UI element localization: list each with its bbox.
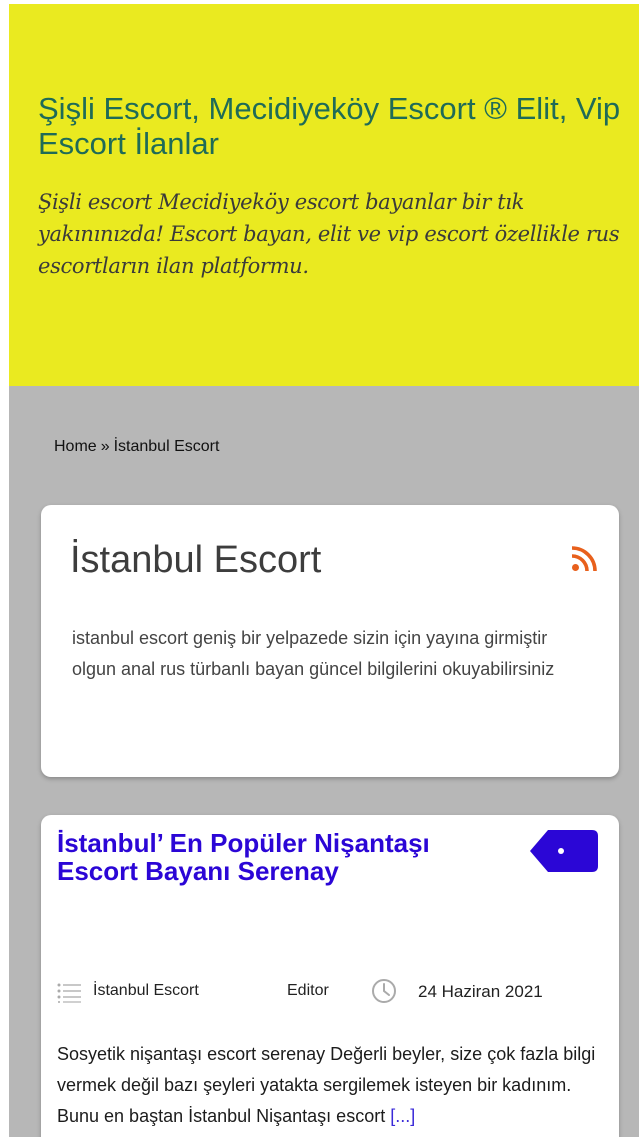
clock-icon <box>372 979 396 1003</box>
post-title-link[interactable]: İstanbul’ En Popüler Nişantaşı Escort Ba… <box>57 828 430 886</box>
list-icon <box>57 983 81 1003</box>
rss-icon[interactable] <box>571 546 597 572</box>
category-title: İstanbul Escort <box>70 539 322 581</box>
post-category-link[interactable]: İstanbul Escort <box>93 982 199 1000</box>
post-title: İstanbul’ En Popüler Nişantaşı Escort Ba… <box>57 829 487 885</box>
post-excerpt-text: Sosyetik nişantaşı escort serenay Değerl… <box>57 1044 596 1126</box>
post-meta: İstanbul Escort Editor 24 Haziran 2021 <box>57 978 617 1006</box>
breadcrumb-home-link[interactable]: Home <box>54 438 97 455</box>
page: Şişli Escort, Mecidiyeköy Escort ® Elit,… <box>9 4 639 1137</box>
category-header-card: İstanbul Escort istanbul escort geniş bi… <box>41 505 619 777</box>
tag-icon[interactable] <box>528 828 600 874</box>
category-description: istanbul escort geniş bir yelpazede sizi… <box>72 628 555 679</box>
post-card: İstanbul’ En Popüler Nişantaşı Escort Ba… <box>41 815 619 1137</box>
site-description: Şişli escort Mecidiyeköy escort bayanlar… <box>38 190 620 278</box>
site-title[interactable]: Şişli Escort, Mecidiyeköy Escort ® Elit,… <box>38 91 638 161</box>
breadcrumb: Home» İstanbul Escort <box>54 438 219 456</box>
site-header: Şişli Escort, Mecidiyeköy Escort ® Elit,… <box>9 4 639 386</box>
post-author-link[interactable]: Editor <box>287 982 329 1000</box>
breadcrumb-current: İstanbul Escort <box>113 438 220 455</box>
post-date: 24 Haziran 2021 <box>418 982 543 1001</box>
breadcrumb-separator: » <box>100 438 110 455</box>
post-excerpt: Sosyetik nişantaşı escort serenay Değerl… <box>57 1039 617 1132</box>
read-more-link[interactable]: [...] <box>390 1106 415 1126</box>
